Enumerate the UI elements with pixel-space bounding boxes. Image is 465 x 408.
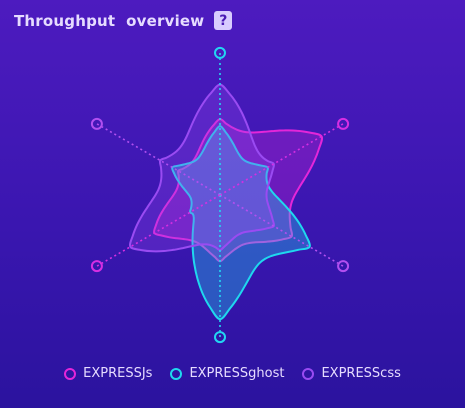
legend-label: EXPRESSJs (83, 366, 153, 381)
legend-item[interactable]: EXPRESSghost (170, 366, 284, 381)
legend-item[interactable]: EXPRESSJs (64, 366, 152, 381)
legend-label: EXPRESSghost (189, 366, 285, 381)
legend-marker-icon (302, 367, 315, 380)
series-area-EXPRESScss (128, 83, 276, 253)
chart-panel: Throughput overview ? EXPRESSJs EXPRESSgh… (0, 0, 465, 408)
axis-end-marker-1 (337, 117, 350, 130)
chart-legend: EXPRESSJs EXPRESSghost EXPRESScss (0, 366, 465, 381)
legend-marker-icon (170, 367, 183, 380)
radar-chart (90, 46, 350, 344)
legend-marker-icon (64, 367, 77, 380)
legend-label: EXPRESScss (321, 366, 401, 381)
legend-item[interactable]: EXPRESScss (302, 366, 401, 381)
axis-end-marker-5 (90, 117, 103, 130)
